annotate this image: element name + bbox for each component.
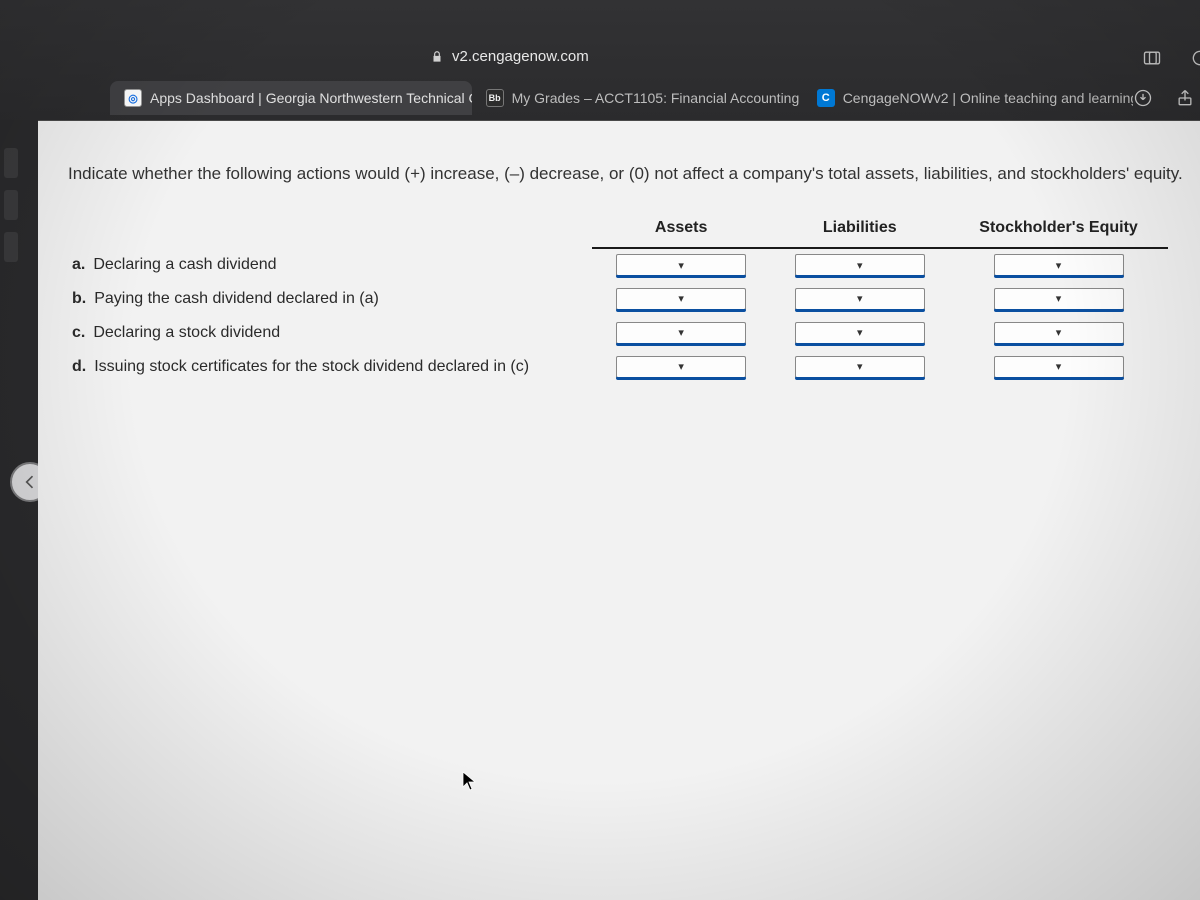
dropdown-assets-a[interactable]	[616, 254, 746, 276]
dropdown-liab-d[interactable]	[795, 356, 925, 378]
table-row: c. Declaring a stock dividend	[68, 316, 1168, 350]
mouse-cursor-icon	[462, 771, 476, 791]
url-text: v2.cengagenow.com	[452, 48, 589, 65]
row-label: b.	[72, 290, 86, 307]
table-row: d. Issuing stock certificates for the sto…	[68, 350, 1168, 384]
dropdown-equity-d[interactable]	[994, 356, 1124, 378]
dropdown-liab-c[interactable]	[795, 322, 925, 344]
tab-label: CengageNOWv2 | Online teaching and learn…	[843, 90, 1133, 106]
tab-cengagenow[interactable]: C CengageNOWv2 | Online teaching and lea…	[803, 81, 1133, 115]
page-body: Indicate whether the following actions w…	[38, 120, 1200, 900]
download-icon[interactable]	[1133, 88, 1153, 108]
row-label: c.	[72, 324, 85, 341]
dropdown-equity-c[interactable]	[994, 322, 1124, 344]
dropdown-assets-d[interactable]	[616, 356, 746, 378]
dropdown-assets-c[interactable]	[616, 322, 746, 344]
cutoff-stub	[4, 232, 18, 262]
col-liabilities: Liabilities	[770, 213, 949, 248]
left-edge-cutoff	[0, 0, 38, 900]
header-spacer	[68, 213, 592, 248]
table-row: b. Paying the cash dividend declared in (…	[68, 282, 1168, 316]
lock-icon	[430, 50, 444, 64]
dropdown-equity-a[interactable]	[994, 254, 1124, 276]
favicon-o-icon: ◎	[124, 89, 142, 107]
tab-apps-dashboard[interactable]: ◎ Apps Dashboard | Georgia Northwestern …	[110, 81, 472, 115]
refresh-icon[interactable]	[1190, 48, 1200, 68]
dropdown-assets-b[interactable]	[616, 288, 746, 310]
share-icon[interactable]	[1175, 88, 1195, 108]
col-assets: Assets	[592, 213, 771, 248]
tab-label: My Grades – ACCT1105: Financial Accounti…	[512, 90, 803, 106]
row-text: Declaring a cash dividend	[93, 256, 276, 273]
row-text: Paying the cash dividend declared in (a)	[94, 290, 379, 307]
address-bar[interactable]: v2.cengagenow.com	[430, 48, 589, 65]
cutoff-stub	[4, 148, 18, 178]
browser-chrome: v2.cengagenow.com ◎ Apps Dashboard | Geo…	[0, 0, 1200, 120]
tab-my-grades[interactable]: Bb My Grades – ACCT1105: Financial Accou…	[472, 81, 803, 115]
chevron-left-icon	[20, 472, 40, 492]
reader-icon[interactable]	[1142, 48, 1162, 68]
tab-label: Apps Dashboard | Georgia Northwestern Te…	[150, 90, 472, 106]
toolbar-reader-refresh	[1142, 48, 1200, 68]
dropdown-liab-b[interactable]	[795, 288, 925, 310]
dropdown-equity-b[interactable]	[994, 288, 1124, 310]
dropdown-liab-a[interactable]	[795, 254, 925, 276]
row-label: a.	[72, 256, 85, 273]
row-text: Declaring a stock dividend	[93, 324, 280, 341]
cutoff-stub	[4, 190, 18, 220]
favicon-c-icon: C	[817, 89, 835, 107]
table-row: a. Declaring a cash dividend	[68, 248, 1168, 282]
favicon-bb-icon: Bb	[486, 89, 504, 107]
col-equity: Stockholder's Equity	[949, 213, 1168, 248]
tab-strip: ◎ Apps Dashboard | Georgia Northwestern …	[110, 78, 1200, 118]
row-text: Issuing stock certificates for the stock…	[94, 358, 529, 375]
row-label: d.	[72, 358, 86, 375]
question-table: Assets Liabilities Stockholder's Equity …	[68, 213, 1168, 384]
question-prompt: Indicate whether the following actions w…	[68, 161, 1200, 187]
